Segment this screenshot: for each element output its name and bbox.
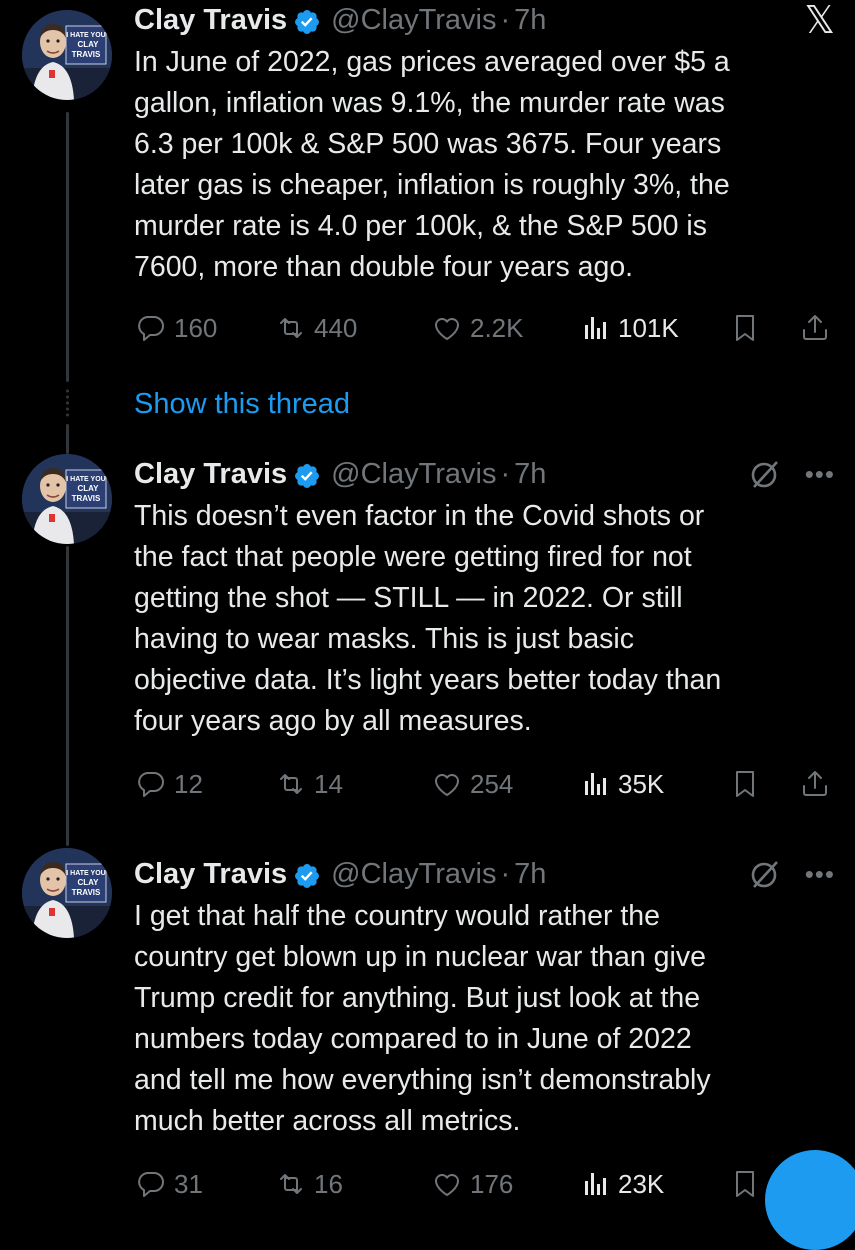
views-button[interactable]: 101K [578,311,679,345]
tweet-text: In June of 2022, gas prices averaged ove… [134,46,730,283]
timestamp[interactable]: 7h [514,858,546,891]
repost-button[interactable]: 16 [274,1167,343,1201]
timestamp[interactable]: 7h [514,4,546,37]
tweet-actions: 160 440 2.2K 101K [134,308,833,348]
svg-text:I HATE YOU: I HATE YOU [66,476,105,483]
like-count: 2.2K [470,312,524,343]
x-logo-icon: 𝕏 [804,0,835,42]
svg-text:TRAVIS: TRAVIS [72,50,101,59]
thread-line [66,112,69,382]
like-button[interactable]: 254 [430,767,513,801]
svg-text:CLAY: CLAY [77,878,99,887]
separator: · [500,3,511,36]
author-handle[interactable]: @ClayTravis [331,858,496,891]
bookmark-icon [736,315,754,341]
svg-text:TRAVIS: TRAVIS [72,494,101,503]
views-button[interactable]: 23K [578,1167,664,1201]
bookmark-button[interactable] [728,1167,762,1201]
more-options-icon[interactable]: ••• [805,459,835,490]
grok-icon[interactable] [745,454,785,494]
svg-text:I HATE YOU: I HATE YOU [66,32,105,39]
repost-button[interactable]: 440 [274,311,357,345]
svg-text:CLAY: CLAY [77,484,99,493]
author-handle[interactable]: @ClayTravis [331,4,496,37]
views-count: 101K [618,312,679,343]
tweet-header: Clay Travis @ClayTravis · 7h 𝕏 [134,0,835,40]
like-count: 254 [470,768,514,799]
share-button[interactable] [798,311,832,345]
reply-icon [138,772,164,797]
avatar[interactable]: I HATE YOU CLAY TRAVIS [22,848,112,938]
share-button[interactable] [798,767,832,801]
heart-icon [435,318,459,340]
tweet[interactable]: Clay Travis @ClayTravis · 7h 𝕏 In June o… [134,0,835,288]
repost-count: 440 [314,312,358,343]
tweet[interactable]: Clay Travis @ClayTravis · 7h ••• This do… [134,454,835,742]
tweet-actions: 12 14 254 35K [134,764,833,804]
heart-icon [435,1174,459,1196]
bookmark-icon [736,771,754,797]
show-thread-link[interactable]: Show this thread [134,388,350,421]
grok-icon[interactable] [745,854,785,894]
reply-count: 12 [174,768,203,799]
reply-button[interactable]: 31 [134,1167,203,1201]
tweet-header: Clay Travis @ClayTravis · 7h ••• [134,454,835,494]
author-name[interactable]: Clay Travis [134,458,287,491]
bookmark-button[interactable] [728,311,762,345]
author-name[interactable]: Clay Travis [134,4,287,37]
views-icon [585,1173,606,1195]
repost-count: 14 [314,768,343,799]
heart-icon [435,774,459,796]
svg-text:I HATE YOU: I HATE YOU [66,870,105,877]
repost-icon [280,1174,302,1194]
repost-icon [280,774,302,794]
compose-button[interactable] [765,1150,855,1250]
tweet-text: I get that half the country would rather… [134,900,711,1137]
tweet-text: This doesn’t even factor in the Covid sh… [134,500,722,737]
verified-badge-icon [295,864,320,888]
like-button[interactable]: 2.2K [430,311,524,345]
svg-text:TRAVIS: TRAVIS [72,888,101,897]
more-options-icon[interactable]: ••• [805,859,835,890]
reply-button[interactable]: 160 [134,311,217,345]
like-count: 176 [470,1168,514,1199]
views-button[interactable]: 35K [578,767,664,801]
separator: · [500,457,511,490]
separator: · [500,857,511,890]
avatar[interactable]: I HATE YOU CLAY TRAVIS [22,10,112,100]
repost-icon [280,318,302,338]
svg-text:CLAY: CLAY [77,40,99,49]
reply-button[interactable]: 12 [134,767,203,801]
bookmark-icon [736,1171,754,1197]
thread-line [66,546,69,846]
reply-count: 31 [174,1168,203,1199]
views-count: 23K [618,1168,665,1199]
thread-dots [66,388,69,418]
views-icon [585,317,606,339]
reply-icon [138,316,164,341]
avatar[interactable]: I HATE YOU CLAY TRAVIS [22,454,112,544]
views-icon [585,773,606,795]
verified-badge-icon [295,10,320,34]
share-icon [803,315,827,340]
repost-button[interactable]: 14 [274,767,343,801]
thread-line [66,424,69,454]
share-icon [803,771,827,796]
reply-icon [138,1172,164,1197]
author-handle[interactable]: @ClayTravis [331,458,496,491]
tweet-header: Clay Travis @ClayTravis · 7h ••• [134,854,835,894]
repost-count: 16 [314,1168,343,1199]
reply-count: 160 [174,312,218,343]
timestamp[interactable]: 7h [514,458,546,491]
bookmark-button[interactable] [728,767,762,801]
verified-badge-icon [295,464,320,488]
tweet[interactable]: Clay Travis @ClayTravis · 7h ••• I get t… [134,854,835,1142]
tweet-actions: 31 16 176 23K [134,1164,833,1204]
author-name[interactable]: Clay Travis [134,858,287,891]
like-button[interactable]: 176 [430,1167,513,1201]
views-count: 35K [618,768,665,799]
